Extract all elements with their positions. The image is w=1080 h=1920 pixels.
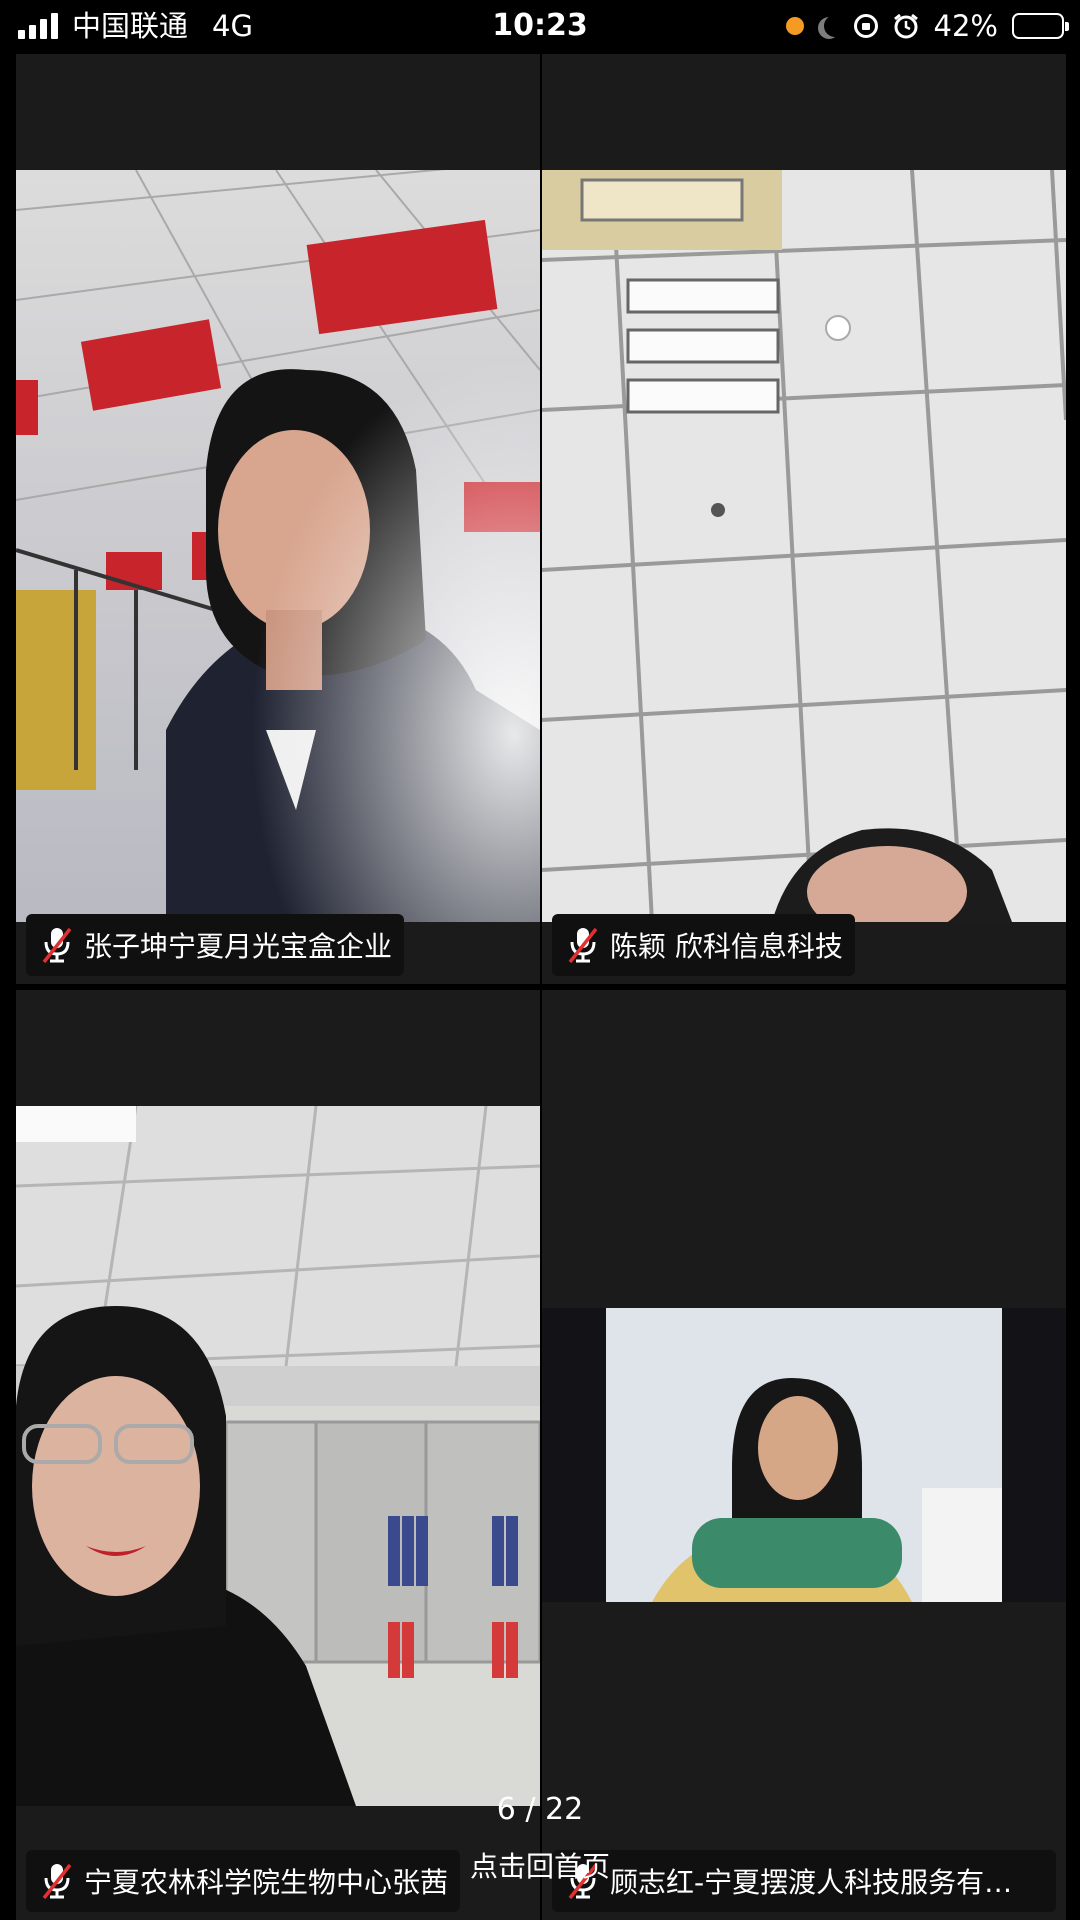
video-conference-screen: 中国联通 4G 10:23 42% 张子坤宁夏月光宝盒企业 陈颖 欣科信息科技 … [0,0,1080,1920]
video-frame-office-ceiling [16,170,540,922]
participant-name: 张子坤宁夏月光宝盒企业 [84,930,393,963]
participant-video-2 [542,170,1066,922]
alarm-icon [893,13,918,39]
battery-icon [1012,13,1069,39]
participant-name-tag-1: 张子坤宁夏月光宝盒企业 [26,914,405,976]
video-frame-office-cabinet [16,1106,540,1806]
participant-tile-2[interactable]: 陈颖 欣科信息科技 [542,54,1066,984]
recording-dot-icon [785,17,804,35]
participant-tile-3[interactable]: 宁夏农林科学院生物中心张茜 [16,990,540,1920]
participant-tile-1[interactable]: 张子坤宁夏月光宝盒企业 [16,54,540,984]
page-indicator: 6 / 22 [496,1792,584,1827]
rotation-lock-icon [853,14,878,38]
back-to-first-page-link[interactable]: 点击回首页 [0,1845,1080,1885]
moon-icon [824,15,846,37]
participant-video-4 [542,1308,1066,1602]
battery-percent: 42% [933,9,998,43]
participant-video-3 [16,1106,540,1806]
participant-name-tag-2: 陈颖 欣科信息科技 [552,914,855,976]
video-frame-portrait [542,1308,1066,1602]
participant-tile-4[interactable]: 顾志红-宁夏摆渡人科技服务有… [542,990,1066,1920]
participant-name: 陈颖 欣科信息科技 [610,930,843,963]
status-bar: 中国联通 4G 10:23 42% [0,0,1080,52]
video-frame-grid-ceiling [542,170,1066,922]
mic-muted-icon [568,927,598,964]
mic-muted-icon [42,927,72,964]
participant-video-1 [16,170,540,922]
